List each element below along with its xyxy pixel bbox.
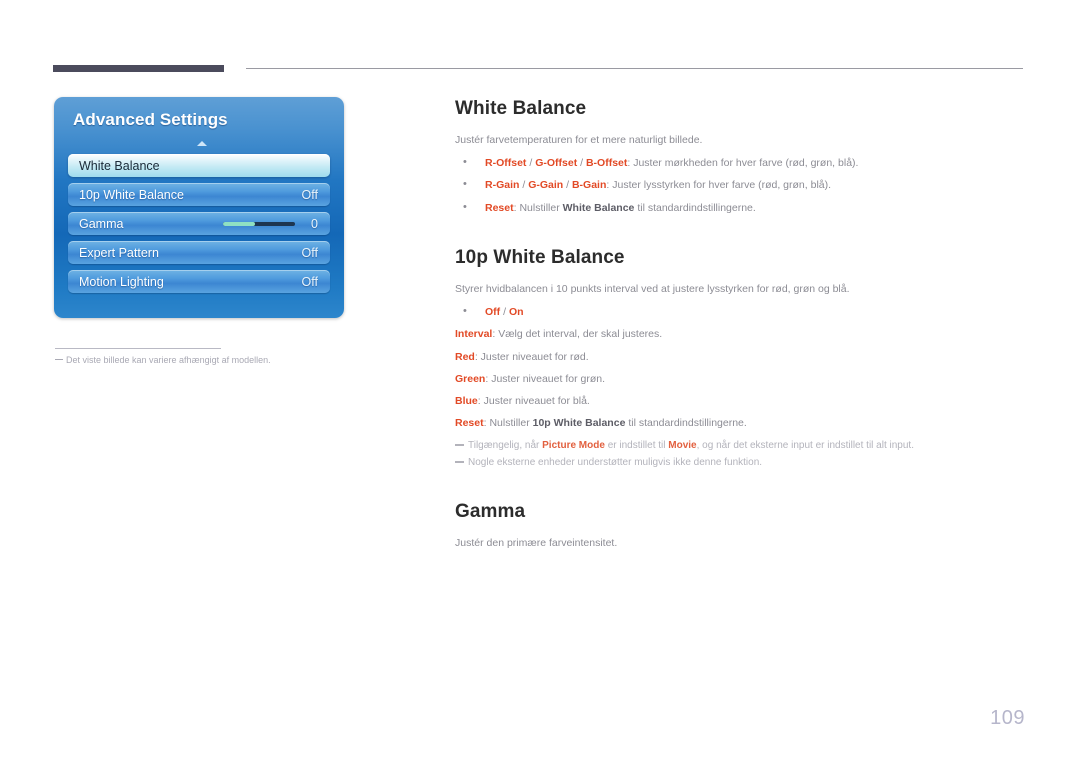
keyword-text: Reset [455, 417, 484, 430]
body-text: / [577, 157, 586, 170]
triangle-up-icon[interactable] [197, 141, 207, 146]
keyword-text: B-Gain [571, 179, 607, 192]
note-line: Nogle eksterne enheder understøtter muli… [455, 455, 1025, 470]
section-title-gamma: Gamma [455, 501, 526, 523]
body-text: Nogle eksterne enheder understøtter muli… [468, 457, 763, 469]
bullet-item: R-Offset / G-Offset / B-Offset: Juster m… [455, 155, 1025, 171]
bullet-item: R-Gain / G-Gain / B-Gain: Juster lysstyr… [455, 177, 1025, 193]
osd-menu-item-label: Gamma [79, 216, 124, 231]
keyword-text: Red [455, 350, 475, 363]
osd-menu-item-value: Off [301, 274, 318, 289]
osd-menu-item-label: White Balance [79, 158, 160, 173]
body-text: / [519, 179, 529, 192]
panel-note-divider [55, 348, 221, 349]
note-dash-icon [455, 444, 464, 447]
keyword-text: B-Offset [585, 157, 628, 170]
body-text: til standardindstillingerne. [634, 201, 756, 214]
osd-menu-item[interactable]: 10p White Balance Off [68, 183, 330, 206]
osd-menu-item[interactable]: White Balance [68, 154, 330, 177]
detail-line: Interval: Vælg det interval, der skal ju… [455, 327, 1025, 342]
detail-line: Red: Juster niveauet for rød. [455, 350, 1025, 365]
osd-menu-item-value: Off [301, 187, 318, 202]
bullet-item: Reset: Nulstiller White Balance til stan… [455, 200, 1025, 216]
bullet-list-10p-white-balance: Off / On [455, 304, 1025, 320]
keyword-strong-text: 10p White Balance [532, 417, 626, 430]
keyword-text: Off [485, 306, 501, 319]
osd-menu-item[interactable]: Motion Lighting Off [68, 270, 330, 293]
note-keyword-text: Picture Mode [542, 440, 605, 452]
osd-menu-list: White Balance 10p White Balance Off Gamma 0 E… [68, 154, 330, 299]
osd-menu-item[interactable]: Gamma 0 [68, 212, 330, 235]
body-text: / [563, 179, 572, 192]
keyword-text: Interval [455, 328, 493, 341]
header-rule-thin [246, 68, 1023, 69]
osd-menu-item-label: Motion Lighting [79, 274, 164, 289]
keyword-text: R-Offset [485, 157, 527, 170]
keyword-text: Blue [455, 394, 478, 407]
body-text: : Juster niveauet for rød. [474, 350, 589, 363]
bullet-list-white-balance: R-Offset / G-Offset / B-Offset: Juster m… [455, 155, 1025, 216]
body-text: , og når det eksterne input er indstille… [696, 440, 914, 452]
keyword-strong-text: White Balance [562, 201, 635, 214]
body-text: : Vælg det interval, der skal justeres. [492, 328, 663, 341]
note-list-10p-white-balance: Tilgængelig, når Picture Mode er indstil… [455, 438, 1025, 470]
body-text: : Juster niveauet for blå. [477, 394, 590, 407]
note-dash-icon [455, 461, 464, 464]
keyword-text: Reset [485, 201, 514, 214]
note-dash-icon [55, 359, 63, 360]
body-text: : Juster lysstyrken for hver farve (rød,… [606, 179, 832, 192]
osd-menu-item[interactable]: Expert Pattern Off [68, 241, 330, 264]
detail-line: Green: Juster niveauet for grøn. [455, 372, 1025, 387]
note-line: Tilgængelig, når Picture Mode er indstil… [455, 438, 1025, 453]
keyword-text: G-Gain [528, 179, 564, 192]
panel-note: Det viste billede kan variere afhængigt … [55, 355, 271, 365]
body-text: : Juster mørkheden for hver farve (rød, … [627, 157, 859, 170]
section-desc-gamma: Justér den primære farveintensitet. [455, 537, 618, 550]
body-text: Tilgængelig, når [468, 440, 543, 452]
panel-note-text: Det viste billede kan variere afhængigt … [66, 355, 271, 365]
section-desc-white-balance: Justér farvetemperaturen for et mere nat… [455, 134, 703, 146]
gamma-slider[interactable] [223, 222, 295, 226]
body-text: : Nulstiller [513, 201, 563, 214]
body-text: : Nulstiller [483, 417, 533, 430]
body-text: / [526, 157, 536, 170]
osd-menu-item-value: Off [301, 245, 318, 260]
body-text: / [500, 306, 509, 319]
osd-panel-title: Advanced Settings [73, 110, 228, 129]
note-keyword-text: Movie [668, 440, 697, 452]
osd-menu-item-label: 10p White Balance [79, 187, 184, 202]
bullet-item: Off / On [455, 304, 1025, 320]
keyword-text: Green [455, 372, 486, 385]
body-text: : Juster niveauet for grøn. [485, 372, 605, 385]
keyword-text: G-Offset [535, 157, 578, 170]
page-number: 109 [990, 707, 1025, 729]
section-desc-10p-white-balance: Styrer hvidbalancen i 10 punkts interval… [455, 282, 850, 295]
osd-menu-item-label: Expert Pattern [79, 245, 159, 260]
detail-line: Reset: Nulstiller 10p White Balance til … [455, 416, 1025, 431]
section-title-10p-white-balance: 10p White Balance [455, 246, 625, 268]
osd-menu-panel: Advanced Settings White Balance 10p White… [54, 97, 344, 318]
header-rule-thick [53, 65, 224, 72]
section-title-white-balance: White Balance [455, 98, 587, 119]
detail-lines-10p-white-balance: Interval: Vælg det interval, der skal ju… [455, 327, 1025, 431]
detail-line: Blue: Juster niveauet for blå. [455, 394, 1025, 409]
body-text: til standardindstillingerne. [625, 417, 747, 430]
keyword-text: R-Gain [485, 179, 520, 192]
keyword-text: On [508, 306, 524, 319]
body-text: er indstillet til [604, 440, 669, 452]
content-column: White Balance Justér farvetemperaturen f… [455, 98, 1025, 560]
gamma-slider-fill [223, 222, 255, 226]
osd-menu-item-value: 0 [311, 216, 318, 231]
